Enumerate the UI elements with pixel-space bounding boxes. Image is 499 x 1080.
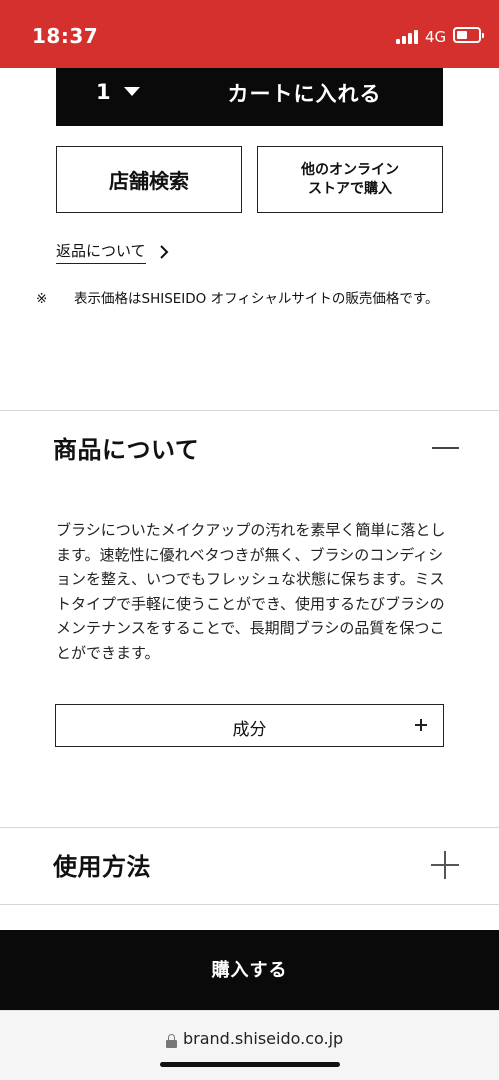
status-bar: 18:37 4G bbox=[0, 0, 499, 68]
collapse-minus-icon[interactable] bbox=[432, 447, 459, 449]
url-text: brand.shiseido.co.jp bbox=[183, 1029, 344, 1048]
buy-button[interactable]: 購入する bbox=[0, 930, 499, 1010]
store-search-button[interactable]: 店舗検索 bbox=[56, 146, 242, 213]
usage-title[interactable]: 使用方法 bbox=[53, 847, 151, 882]
buy-label: 購入する bbox=[211, 960, 288, 981]
divider bbox=[0, 410, 499, 411]
other-online-stores-label-line1: 他のオンライン bbox=[301, 161, 399, 178]
price-note: ※ 表示価格はSHISEIDO オフィシャルサイトの販売価格です。 bbox=[36, 289, 446, 310]
add-to-cart-bar: 1 カートに入れる bbox=[56, 68, 443, 126]
product-about-title[interactable]: 商品について bbox=[53, 430, 199, 465]
divider bbox=[0, 904, 499, 905]
caret-down-icon bbox=[124, 87, 140, 96]
quantity-value: 1 bbox=[96, 80, 111, 104]
lock-icon bbox=[166, 1034, 177, 1048]
signal-icon bbox=[396, 30, 420, 44]
status-time: 18:37 bbox=[32, 24, 99, 48]
price-note-text: 表示価格はSHISEIDO オフィシャルサイトの販売価格です。 bbox=[74, 291, 439, 307]
ingredients-label: 成分 bbox=[232, 720, 267, 740]
expand-plus-icon[interactable] bbox=[431, 851, 459, 879]
browser-url-bar[interactable]: brand.shiseido.co.jp bbox=[0, 1010, 499, 1080]
battery-icon bbox=[453, 27, 484, 43]
other-online-stores-button[interactable]: 他のオンライン ストアで購入 bbox=[257, 146, 443, 213]
quantity-selector[interactable]: 1 bbox=[56, 68, 166, 126]
other-online-stores-label-line2: ストアで購入 bbox=[308, 180, 392, 197]
store-search-label: 店舗検索 bbox=[109, 169, 189, 193]
network-type: 4G bbox=[425, 28, 447, 46]
add-to-cart-button[interactable]: カートに入れる bbox=[206, 78, 443, 108]
ingredients-accordion[interactable]: 成分 bbox=[55, 704, 444, 747]
chevron-right-icon[interactable] bbox=[157, 244, 171, 260]
divider bbox=[0, 827, 499, 828]
expand-plus-icon bbox=[415, 719, 427, 731]
product-description: ブラシについたメイクアップの汚れを素早く簡単に落とします。速乾性に優れベタつきが… bbox=[56, 521, 446, 662]
note-mark: ※ bbox=[36, 291, 48, 307]
returns-link[interactable]: 返品について bbox=[56, 240, 146, 264]
home-indicator[interactable] bbox=[160, 1062, 340, 1067]
